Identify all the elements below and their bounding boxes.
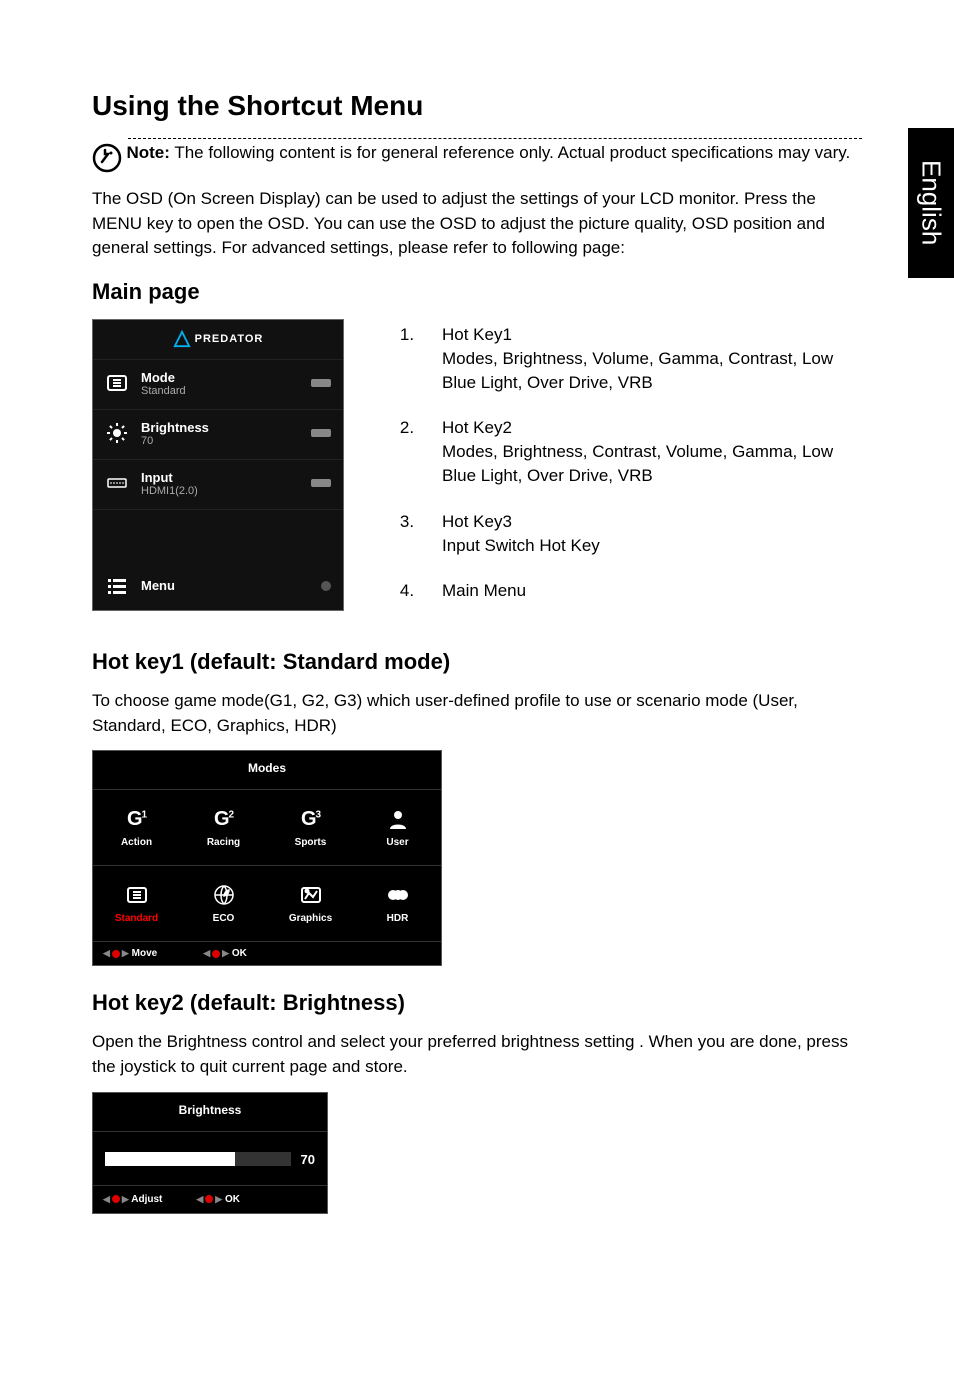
- hdr-icon: [384, 883, 412, 907]
- footer-move-label: Move: [132, 948, 158, 959]
- joystick-ok-icon: ◀▶: [203, 948, 229, 959]
- mode-label: ECO: [213, 913, 235, 924]
- mode-sports[interactable]: G3 Sports: [267, 790, 354, 866]
- language-tab: English: [908, 128, 954, 278]
- page-title: Using the Shortcut Menu: [92, 90, 862, 122]
- brightness-panel: Brightness 70 ◀▶ Adjust ◀▶ OK: [92, 1092, 328, 1214]
- joystick-ok-icon: ◀▶: [196, 1194, 222, 1205]
- note-icon: [92, 143, 122, 173]
- mode-label: Standard: [115, 913, 158, 924]
- osd-item-menu[interactable]: Menu: [93, 564, 343, 610]
- mode-icon: [123, 883, 151, 907]
- hotkey-number: 4.: [372, 579, 442, 603]
- hotkey-title: Hot Key2: [442, 416, 862, 440]
- mode-eco[interactable]: ECO: [180, 866, 267, 942]
- mode-graphics[interactable]: Graphics: [267, 866, 354, 942]
- g1-icon: G1: [123, 807, 151, 831]
- joystick-move-icon: ◀▶: [103, 948, 129, 959]
- brightness-header: Brightness: [93, 1093, 327, 1132]
- osd-panel: PREDATOR Mode Standard: [92, 319, 344, 611]
- hotkey-number: 3.: [372, 510, 442, 558]
- input-icon: [105, 471, 129, 495]
- mode-action[interactable]: G1 Action: [93, 790, 180, 866]
- heading-hotkey2: Hot key2 (default: Brightness): [92, 990, 862, 1016]
- osd-item-brightness[interactable]: Brightness 70: [93, 410, 343, 460]
- note-body: The following content is for general ref…: [170, 143, 850, 162]
- hotkey-list: 1. Hot Key1 Modes, Brightness, Volume, G…: [372, 319, 862, 625]
- osd-button-icon: [311, 429, 331, 437]
- list-item: 3. Hot Key3 Input Switch Hot Key: [372, 510, 862, 558]
- mode-racing[interactable]: G2 Racing: [180, 790, 267, 866]
- hotkey-desc: Modes, Brightness, Contrast, Volume, Gam…: [442, 440, 862, 488]
- osd-brightness-title: Brightness: [141, 420, 209, 435]
- osd-mode-title: Mode: [141, 370, 186, 385]
- hotkey2-text: Open the Brightness control and select y…: [92, 1030, 862, 1079]
- mode-label: User: [386, 837, 408, 848]
- mode-icon: [105, 371, 129, 395]
- hotkey-title: Hot Key3: [442, 510, 862, 534]
- heading-hotkey1: Hot key1 (default: Standard mode): [92, 649, 862, 675]
- brightness-fill: [105, 1152, 235, 1166]
- note-divider: [128, 138, 862, 139]
- g3-icon: G3: [297, 807, 325, 831]
- osd-button-icon: [311, 479, 331, 487]
- osd-dot-icon: [321, 581, 331, 591]
- list-item: 1. Hot Key1 Modes, Brightness, Volume, G…: [372, 323, 862, 394]
- brightness-footer: ◀▶ Adjust ◀▶ OK: [93, 1186, 327, 1213]
- modes-header: Modes: [93, 751, 441, 790]
- osd-menu-label: Menu: [141, 578, 175, 593]
- footer-adjust-label: Adjust: [131, 1194, 162, 1205]
- osd-input-title: Input: [141, 470, 198, 485]
- graphics-icon: [297, 883, 325, 907]
- mode-label: Sports: [295, 837, 327, 848]
- hotkey-number: 2.: [372, 416, 442, 487]
- mode-hdr[interactable]: HDR: [354, 866, 441, 942]
- note-block: Note: The following content is for gener…: [92, 138, 862, 173]
- joystick-adjust-icon: ◀▶: [103, 1194, 129, 1205]
- predator-logo-text: PREDATOR: [195, 333, 264, 345]
- mode-label: Racing: [207, 837, 240, 848]
- osd-input-value: HDMI1(2.0): [141, 485, 198, 497]
- menu-icon: [105, 574, 129, 598]
- list-item: 2. Hot Key2 Modes, Brightness, Contrast,…: [372, 416, 862, 487]
- mode-standard[interactable]: Standard: [93, 866, 180, 942]
- mode-user[interactable]: User: [354, 790, 441, 866]
- g2-icon: G2: [210, 807, 238, 831]
- hotkey-desc: Modes, Brightness, Volume, Gamma, Contra…: [442, 347, 862, 395]
- footer-ok-label: OK: [232, 948, 247, 959]
- note-label: Note:: [126, 143, 169, 162]
- footer-ok-label: OK: [225, 1194, 240, 1205]
- brightness-slider[interactable]: [105, 1152, 291, 1166]
- hotkey1-text: To choose game mode(G1, G2, G3) which us…: [92, 689, 862, 738]
- hotkey-number: 1.: [372, 323, 442, 394]
- hotkey-desc: Input Switch Hot Key: [442, 534, 862, 558]
- modes-footer: ◀▶ Move ◀▶ OK: [93, 942, 441, 965]
- mode-label: HDR: [387, 913, 409, 924]
- intro-paragraph: The OSD (On Screen Display) can be used …: [92, 187, 862, 261]
- user-icon: [384, 807, 412, 831]
- hotkey-title: Hot Key1: [442, 323, 862, 347]
- osd-mode-value: Standard: [141, 385, 186, 397]
- brightness-value: 70: [301, 1152, 315, 1167]
- list-item: 4. Main Menu: [372, 579, 862, 603]
- osd-logo: PREDATOR: [93, 320, 343, 360]
- osd-item-input[interactable]: Input HDMI1(2.0): [93, 460, 343, 510]
- osd-button-icon: [311, 379, 331, 387]
- osd-brightness-value: 70: [141, 435, 209, 447]
- heading-main-page: Main page: [92, 279, 862, 305]
- modes-panel: Modes G1 Action G2 Racing G3 Sports User…: [92, 750, 442, 966]
- mode-label: Graphics: [289, 913, 332, 924]
- mode-label: Action: [121, 837, 152, 848]
- brightness-icon: [105, 421, 129, 445]
- note-text: Note: The following content is for gener…: [126, 141, 856, 165]
- eco-icon: [210, 883, 238, 907]
- hotkey-title: Main Menu: [442, 579, 862, 603]
- osd-item-mode[interactable]: Mode Standard: [93, 360, 343, 410]
